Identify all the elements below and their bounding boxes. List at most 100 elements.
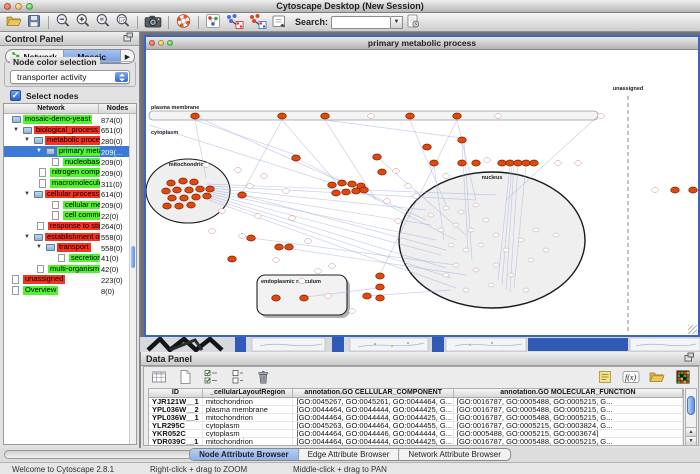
network-node-selected[interactable] [247, 235, 256, 241]
network-tree-label[interactable]: cell communicat [63, 211, 100, 220]
select-nodes-checkbox[interactable]: ✓ [10, 90, 21, 101]
search-config-button[interactable] [403, 14, 423, 31]
network-tree-label[interactable]: metabolic process [45, 136, 100, 145]
network-node-selected[interactable] [187, 202, 196, 208]
network-node[interactable] [575, 161, 582, 166]
network-node-selected[interactable] [185, 187, 194, 193]
annotation-button[interactable] [269, 14, 289, 31]
network-node-selected[interactable] [162, 188, 171, 194]
network-node-selected[interactable] [206, 186, 215, 192]
network-tree-row[interactable]: cellular metabo209(0) [4, 200, 136, 211]
network-tree-row[interactable]: secretion41(0) [4, 253, 136, 264]
network-edge[interactable] [212, 192, 436, 240]
new-attribute-button[interactable] [175, 369, 195, 386]
network-edge[interactable] [195, 120, 296, 155]
zoom-fit-button[interactable] [93, 14, 113, 31]
zoom-selected-button[interactable] [113, 14, 133, 31]
table-row[interactable]: YJR121W__1mitochondrion[GO:0045267, GO:0… [149, 398, 683, 406]
network-node-selected[interactable] [285, 244, 294, 250]
tree-scrollbar-thumb[interactable] [131, 246, 135, 268]
network-node-selected[interactable] [514, 160, 523, 166]
network-node-selected[interactable] [175, 203, 184, 209]
network-tree-label[interactable]: secretion [69, 254, 100, 263]
tab-edge-attribute-browser[interactable]: Edge Attribute Browser [299, 449, 400, 460]
tree-column-network[interactable]: Network [4, 104, 99, 113]
network-node[interactable] [493, 233, 499, 237]
network-tree-row[interactable]: nucleobase-209(0) [4, 157, 136, 168]
network-node[interactable] [478, 243, 484, 247]
network-node-selected[interactable] [376, 295, 385, 301]
table-cell[interactable]: [GO:0044464, GO:0044446, GO:0044444, G..… [293, 430, 453, 437]
network-node-selected[interactable] [373, 154, 382, 160]
table-cell[interactable]: mitochondrion [203, 438, 294, 445]
network-tree-row[interactable]: ▼transport558(0) [4, 242, 136, 253]
table-row[interactable]: YKR052Ccytoplasm[GO:0044464, GO:0044446,… [149, 430, 683, 438]
create-view-button[interactable] [223, 14, 246, 31]
network-tree-label[interactable]: cellular process [45, 190, 100, 199]
table-row[interactable]: YDR039C__1mitochondrion[GO:0044464, GO:0… [149, 438, 683, 446]
network-node[interactable] [493, 263, 499, 267]
network-node[interactable] [255, 214, 262, 219]
network-node-selected[interactable] [228, 256, 237, 262]
import-attributes-button[interactable] [647, 369, 667, 386]
network-node-selected[interactable] [458, 160, 467, 166]
zoom-in-button[interactable] [73, 14, 93, 31]
network-node-selected[interactable] [352, 188, 361, 194]
network-window-titlebar[interactable]: primary metabolic process [146, 37, 698, 50]
network-node-selected[interactable] [671, 187, 680, 193]
network-node-selected[interactable] [173, 187, 182, 193]
network-tree-row[interactable]: mosaic-demo-yeast874(0) [4, 114, 136, 125]
open-session-button[interactable] [4, 14, 24, 31]
network-edge[interactable] [282, 120, 336, 182]
search-input[interactable] [331, 16, 391, 29]
network-node[interactable] [209, 229, 216, 234]
network-node[interactable] [393, 169, 400, 174]
network-node[interactable] [443, 206, 449, 210]
network-node[interactable] [488, 283, 494, 287]
network-tree-row[interactable]: response to stimulu264(0) [4, 221, 136, 232]
network-node-selected[interactable] [506, 160, 515, 166]
unselect-attributes-button[interactable] [227, 369, 247, 386]
table-cell[interactable]: cytoplasm [203, 430, 294, 437]
network-node[interactable] [453, 263, 459, 267]
save-session-button[interactable] [24, 14, 44, 31]
network-node[interactable] [448, 243, 454, 247]
attribute-matrix-button[interactable] [673, 369, 693, 386]
network-node[interactable] [463, 288, 469, 292]
network-node-selected[interactable] [167, 180, 176, 186]
expand-arrow-icon[interactable]: ▼ [13, 127, 19, 133]
column-header-region[interactable]: _cellularLayoutRegion [203, 389, 294, 397]
network-node[interactable] [495, 114, 502, 119]
network-node[interactable] [395, 219, 402, 224]
network-tree-label[interactable]: nitrogen compo [50, 168, 100, 177]
network-node[interactable] [543, 248, 549, 252]
network-node[interactable] [508, 273, 514, 277]
network-node-selected[interactable] [192, 194, 201, 200]
node-color-dropdown[interactable]: transporter activity [10, 70, 130, 84]
network-node[interactable] [368, 114, 375, 119]
table-cell[interactable]: [GO:0016787, GO:0005488, GO:0005215, G..… [454, 414, 683, 421]
network-node-selected[interactable] [168, 195, 177, 201]
network-node[interactable] [458, 210, 464, 214]
network-node[interactable] [405, 184, 412, 189]
network-node-selected[interactable] [292, 155, 301, 161]
network-tree-row[interactable]: nitrogen compo209(0) [4, 167, 136, 178]
scroll-up-button[interactable]: ▲ [686, 427, 696, 436]
network-tree-label[interactable]: unassigned [23, 275, 65, 284]
network-tree-row[interactable]: ▼biological_process651(0) [4, 125, 136, 136]
network-node-selected[interactable] [163, 203, 172, 209]
network-node[interactable] [219, 209, 226, 214]
table-cell[interactable]: [GO:0016787, GO:0005488, GO:0005215, G..… [454, 398, 683, 405]
network-tree-label[interactable]: Overview [23, 286, 58, 295]
table-cell[interactable]: YJR121W__1 [149, 398, 203, 405]
table-cell[interactable]: cytoplasm [203, 422, 294, 429]
table-cell[interactable]: [GO:0005488, GO:0005215, GO:0003674] [454, 430, 683, 437]
tree-scrollbar[interactable] [129, 114, 136, 444]
network-node[interactable] [239, 234, 246, 239]
network-node[interactable] [289, 216, 296, 221]
network-node[interactable] [283, 189, 290, 194]
column-header-molecular-function[interactable]: annotation.GO MOLECULAR_FUNCTION [454, 389, 683, 397]
network-node-selected[interactable] [472, 160, 481, 166]
network-node[interactable] [329, 264, 336, 269]
network-node-selected[interactable] [332, 190, 341, 196]
